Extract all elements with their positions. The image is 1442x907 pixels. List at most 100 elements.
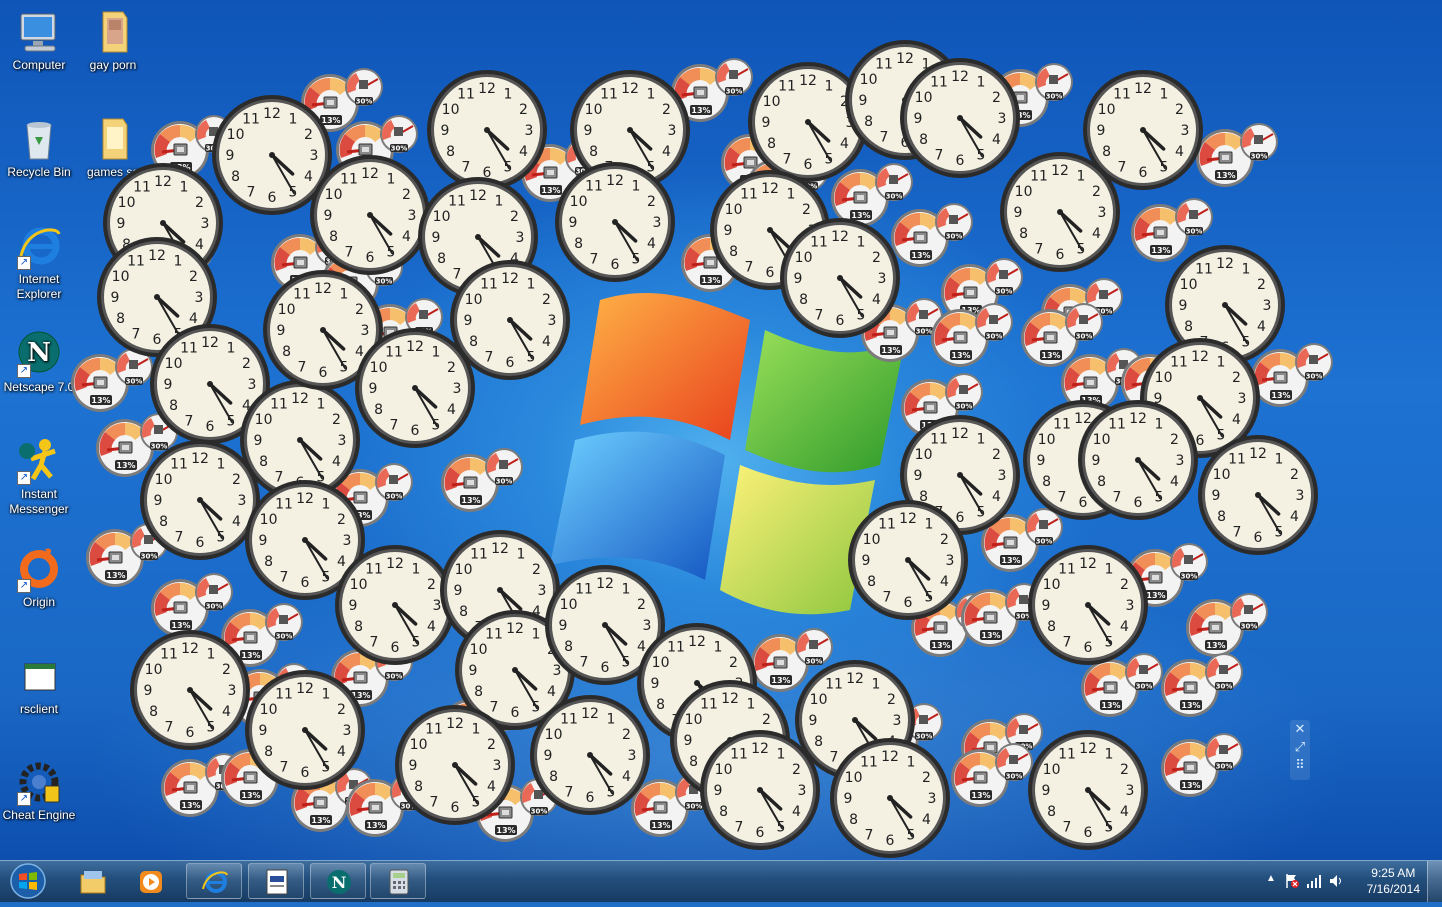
svg-text:8: 8 (919, 132, 928, 148)
svg-text:9: 9 (714, 783, 723, 799)
start-button[interactable] (4, 861, 52, 902)
clock-gadget[interactable]: 123456789101112 (1082, 69, 1204, 191)
svg-text:13%: 13% (496, 826, 515, 835)
svg-text:2: 2 (922, 770, 931, 786)
svg-text:10: 10 (545, 727, 563, 743)
close-icon[interactable]: ✕ (1290, 720, 1310, 738)
svg-text:12: 12 (1079, 741, 1097, 757)
clock-gadget[interactable]: 123456789101112 (847, 499, 969, 621)
svg-text:8: 8 (799, 292, 808, 308)
svg-text:13%: 13% (981, 631, 1000, 640)
cpu-meter-gadget[interactable]: 13% 30% (1160, 730, 1246, 802)
computer-icon (15, 8, 63, 56)
svg-text:12: 12 (1249, 446, 1267, 462)
clock-gadget[interactable]: 123456789101112 (779, 217, 901, 339)
desktop-icon-netscape[interactable]: N ↗ Netscape 7.0 (2, 330, 76, 395)
desktop-icon-folder[interactable]: gay porn (76, 8, 150, 73)
svg-text:30%: 30% (1241, 623, 1258, 631)
taskbar-media-player-button[interactable] (122, 863, 178, 899)
svg-text:2: 2 (872, 250, 881, 266)
clock-gadget[interactable]: 123456789101112 (426, 69, 548, 191)
svg-text:4: 4 (487, 779, 496, 795)
svg-text:9: 9 (1179, 298, 1188, 314)
svg-text:12: 12 (1129, 411, 1147, 427)
svg-text:10: 10 (685, 712, 703, 728)
clock-gadget[interactable]: 123456789101112 (334, 544, 456, 666)
svg-text:7: 7 (865, 827, 874, 843)
svg-text:7: 7 (815, 307, 824, 323)
svg-text:2: 2 (332, 412, 341, 428)
svg-text:2: 2 (940, 532, 949, 548)
taskbar-netscape-button[interactable]: N (310, 863, 366, 899)
svg-text:7: 7 (185, 413, 194, 429)
clock-gadget[interactable]: 123456789101112 (244, 669, 366, 791)
svg-text:1: 1 (432, 345, 441, 361)
clock-gadget[interactable]: 123456789101112 (829, 737, 951, 859)
clock-gadget[interactable]: 123456789101112 (554, 161, 676, 283)
clock-gadget[interactable]: 123456789101112 (309, 154, 431, 276)
svg-text:3: 3 (516, 230, 525, 246)
cpu-meter-gadget[interactable]: 13% 30% (1020, 300, 1106, 372)
svg-text:7: 7 (485, 349, 494, 365)
clock-gadget[interactable]: 123456789101112 (1027, 544, 1149, 666)
desktop-icon-rsclient[interactable]: rsclient (2, 652, 76, 717)
svg-text:3: 3 (228, 683, 237, 699)
svg-text:11: 11 (730, 747, 748, 763)
cpu-meter-gadget[interactable]: 13% 30% (1195, 120, 1281, 192)
svg-text:6: 6 (601, 660, 610, 676)
svg-text:2: 2 (355, 302, 364, 318)
svg-text:8: 8 (1047, 619, 1056, 635)
desktop-icon-origin[interactable]: ↗ Origin (2, 545, 76, 610)
taskbar-document-button[interactable] (248, 863, 304, 899)
svg-text:30%: 30% (1216, 683, 1233, 691)
taskbar-ie-button[interactable] (186, 863, 242, 899)
clock-gadget[interactable]: 123456789101112 (1197, 434, 1319, 556)
desktop-icon-cheat-engine[interactable]: ↗ Cheat Engine (2, 758, 76, 823)
taskbar-calculator-button[interactable] (370, 863, 426, 899)
svg-text:2: 2 (337, 702, 346, 718)
svg-text:9: 9 (349, 598, 358, 614)
svg-text:8: 8 (354, 619, 363, 635)
desktop-icon-computer[interactable]: Computer (2, 8, 76, 73)
volume-icon[interactable] (1328, 873, 1344, 889)
cpu-meter-gadget[interactable]: 13% 30% (950, 740, 1036, 812)
svg-text:6: 6 (206, 419, 215, 435)
svg-text:2: 2 (802, 202, 811, 218)
cpu-meter-gadget[interactable]: 13% 30% (930, 300, 1016, 372)
desktop-icon-recycle-bin[interactable]: Recycle Bin (2, 115, 76, 180)
taskbar-clock[interactable]: 9:25 AM 7/16/2014 (1367, 865, 1420, 897)
show-desktop-button[interactable] (1427, 861, 1442, 902)
svg-text:2: 2 (1232, 370, 1241, 386)
svg-text:6: 6 (1056, 247, 1065, 263)
clock-gadget[interactable]: 123456789101112 (1027, 729, 1149, 851)
svg-text:3: 3 (628, 748, 637, 764)
shortcut-arrow-icon: ↗ (17, 471, 31, 485)
desktop-icon-instant-messenger[interactable]: ↗ Instant Messenger (2, 437, 76, 517)
action-center-icon[interactable] (1284, 873, 1300, 889)
taskbar-explorer-button[interactable] (64, 863, 120, 899)
svg-text:10: 10 (570, 194, 588, 210)
network-icon[interactable] (1306, 873, 1322, 889)
svg-text:4: 4 (622, 769, 631, 785)
svg-text:10: 10 (1015, 184, 1033, 200)
cpu-meter-gadget[interactable]: 13% 30% (1160, 650, 1246, 722)
clock-gadget[interactable]: 123456789101112 (394, 704, 516, 826)
desktop[interactable]: Computer gay porn Recycle Bin games sa ↗… (0, 0, 1442, 860)
svg-text:30%: 30% (996, 288, 1013, 296)
clock-gadget[interactable]: 123456789101112 (529, 694, 651, 816)
show-hidden-icons-icon[interactable]: ▲ (1266, 873, 1276, 884)
clock-gadget[interactable]: 123456789101112 (139, 439, 261, 561)
svg-text:7: 7 (165, 719, 174, 735)
clock-gadget[interactable]: 123456789101112 (1077, 399, 1199, 521)
svg-text:2: 2 (637, 597, 646, 613)
drag-grip-icon[interactable]: ⠿ (1290, 756, 1310, 774)
svg-text:6: 6 (506, 355, 515, 371)
clock-gadget[interactable]: 123456789101112 (129, 629, 251, 751)
svg-text:1: 1 (207, 647, 216, 663)
resize-icon[interactable]: ⤢ (1290, 738, 1310, 756)
svg-text:6: 6 (836, 313, 845, 329)
svg-text:12: 12 (469, 188, 487, 204)
clock-gadget[interactable]: 123456789101112 (449, 259, 571, 381)
desktop-icon-internet-explorer[interactable]: ↗ Internet Explorer (2, 222, 76, 302)
cpu-meter-gadget[interactable]: 13% 30% (440, 445, 526, 517)
